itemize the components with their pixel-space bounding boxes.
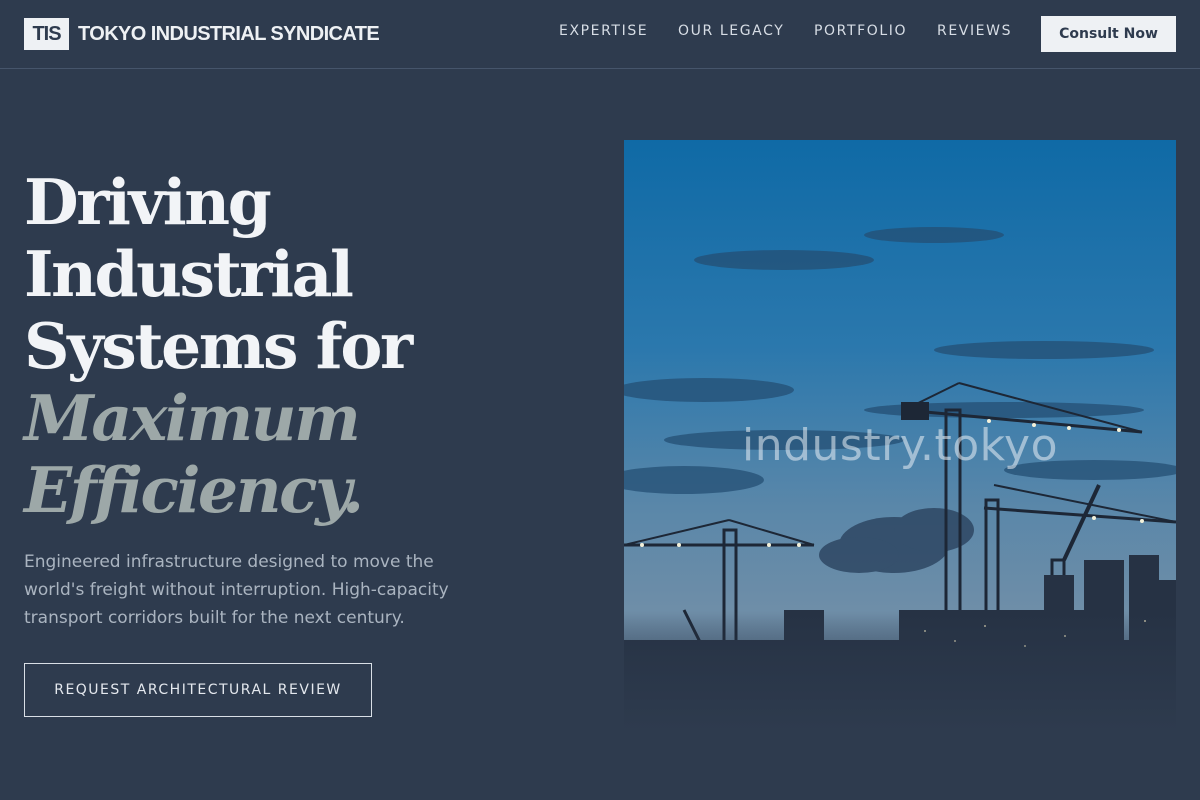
headline-accent-line: Efficiency. [24, 453, 364, 527]
headline-line: Systems for [24, 309, 413, 383]
headline-line: Driving [24, 165, 272, 239]
nav-link-expertise[interactable]: EXPERTISE [559, 23, 648, 39]
nav-link-portfolio[interactable]: PORTFOLIO [814, 23, 907, 39]
site-header: TIS TOKYO INDUSTRIAL SYNDICATE EXPERTISE… [0, 0, 1200, 69]
hero-image: industry.tokyo [624, 140, 1176, 732]
headline-accent-line: Maximum [24, 381, 361, 455]
brand-name: TOKYO INDUSTRIAL SYNDICATE [78, 22, 380, 45]
hero-description: Engineered infrastructure designed to mo… [24, 552, 449, 628]
nav-link-reviews[interactable]: REVIEWS [937, 23, 1012, 39]
nav-link-our-legacy[interactable]: OUR LEGACY [678, 23, 784, 39]
brand-logo[interactable]: TIS TOKYO INDUSTRIAL SYNDICATE [24, 18, 380, 50]
request-review-button[interactable]: REQUEST ARCHITECTURAL REVIEW [24, 663, 372, 717]
brand-mark: TIS [24, 18, 69, 50]
hero-headline: Driving Industrial Systems for Maximum E… [24, 166, 544, 526]
consult-now-button[interactable]: Consult Now [1041, 16, 1176, 52]
construction-cranes-photo [624, 140, 1176, 732]
headline-line: Industrial [24, 237, 354, 311]
